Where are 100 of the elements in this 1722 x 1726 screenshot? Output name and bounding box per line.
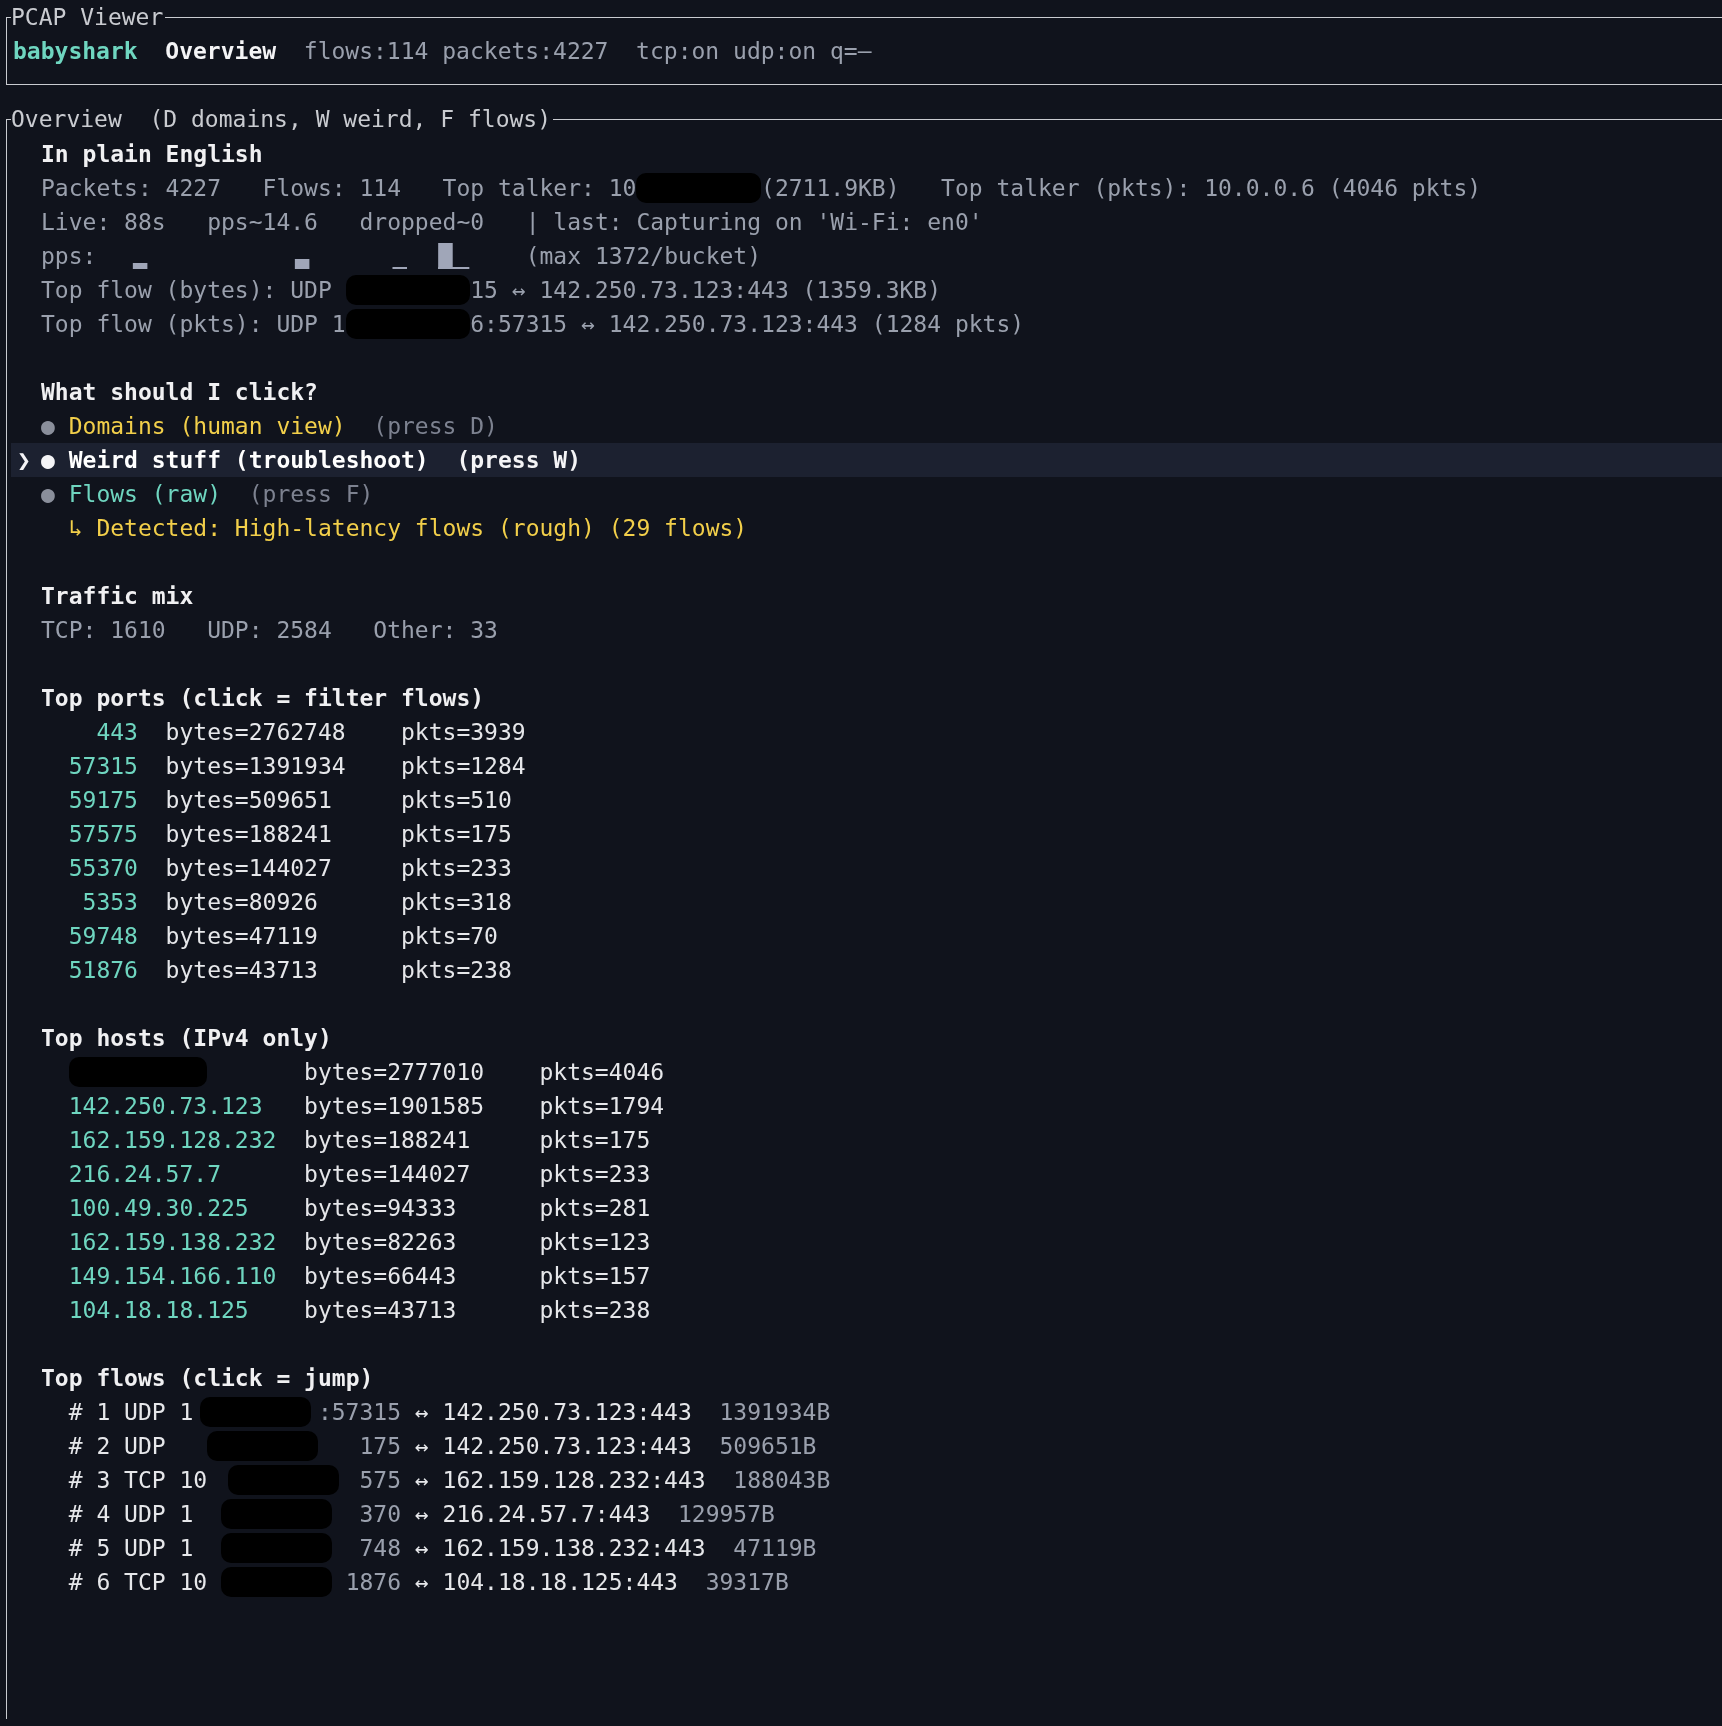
port-link[interactable]: 59175: [68, 783, 138, 817]
cursor-icon: ❯: [17, 443, 41, 477]
summary-text: Top flow (pkts): UDP 1: [41, 310, 346, 339]
flow-link[interactable]: # 2 UDP: [68, 1429, 166, 1463]
section-heading: What should I click?: [41, 378, 319, 407]
flow-port-text: 748: [359, 1534, 401, 1563]
port-link[interactable]: 59748: [68, 919, 138, 953]
summary-text: 15 ↔ 142.250.73.123:443 (1359.3KB): [470, 276, 942, 305]
flow-port-text: :57315: [317, 1398, 401, 1427]
key-hint: (press W): [456, 446, 582, 475]
bullet-icon: ●: [41, 443, 69, 477]
port-link[interactable]: 5353: [68, 885, 138, 919]
section-heading: Traffic mix: [41, 582, 195, 611]
flow-link[interactable]: # 4 UDP 1: [68, 1497, 194, 1531]
packets-cell-text: pkts=238: [539, 1296, 651, 1325]
key-hint: (press D): [373, 412, 498, 441]
port-link[interactable]: 57315: [68, 749, 138, 783]
status-text: flows:114 packets:4227 tcp:on udp:on q=–: [303, 37, 872, 66]
host-link[interactable]: 104.18.18.125: [68, 1293, 249, 1327]
packets-cell-text: pkts=318: [401, 888, 512, 917]
bullet-icon: ●: [41, 477, 69, 511]
flow-link[interactable]: # 5 UDP 1: [68, 1531, 194, 1565]
flow-port-text: 370: [359, 1500, 401, 1529]
packets-cell-text: pkts=233: [539, 1160, 651, 1189]
bytes-cell-text: bytes=2777010: [304, 1058, 486, 1087]
packets-cell-text: pkts=1794: [539, 1092, 665, 1121]
bytes-cell-text: bytes=1391934: [165, 752, 347, 781]
flow-bytes-text: 47119B: [733, 1534, 817, 1563]
bytes-cell-text: bytes=144027: [165, 854, 333, 883]
bytes-cell-text: bytes=43713: [165, 956, 319, 985]
packets-cell-text: pkts=3939: [401, 718, 526, 747]
bytes-cell-text: bytes=2762748: [165, 718, 347, 747]
port-link[interactable]: 51876: [68, 953, 138, 987]
bytes-cell-text: bytes=66443: [304, 1262, 458, 1291]
host-link[interactable]: 162.159.138.232: [68, 1225, 277, 1259]
packets-cell-text: pkts=233: [401, 854, 512, 883]
menu-item[interactable]: ● Domains (human view) (press D): [11, 409, 1722, 443]
host-link[interactable]: 216.24.57.7: [68, 1157, 221, 1191]
summary-text: pps:: [41, 242, 98, 271]
flow-port-text: 575: [359, 1466, 401, 1495]
bytes-cell-text: bytes=1901585: [304, 1092, 486, 1121]
summary-text: (max 1372/bucket): [525, 242, 762, 271]
bullet-icon: ●: [41, 409, 69, 443]
summary-text: (2711.9KB) Top talker (pkts): 10.0.0.6 (4046 pkts): [761, 174, 1482, 203]
packets-cell-text: pkts=123: [539, 1228, 651, 1257]
packets-cell-text: pkts=4046: [539, 1058, 665, 1087]
traffic-mix-text: TCP: 1610 UDP: 2584 Other: 33: [41, 616, 499, 645]
port-link[interactable]: 443: [68, 715, 138, 749]
flow-peer-text: ↔ 162.159.128.232:443: [414, 1466, 706, 1495]
flow-bytes-text: 129957B: [677, 1500, 775, 1529]
port-link[interactable]: 57575: [68, 817, 138, 851]
flow-peer-text: ↔ 142.250.73.123:443: [414, 1398, 692, 1427]
flow-peer-text: ↔ 104.18.18.125:443: [414, 1568, 678, 1597]
flow-bytes-text: 509651B: [719, 1432, 817, 1461]
host-link[interactable]: 149.154.166.110: [68, 1259, 277, 1293]
menu-label: Weird stuff (troubleshoot): [68, 446, 429, 475]
view-name: Overview: [165, 37, 277, 66]
packets-cell-text: pkts=157: [539, 1262, 651, 1291]
host-link[interactable]: 142.250.73.123: [68, 1089, 263, 1123]
key-hint: (press F): [248, 480, 374, 509]
bytes-cell-text: bytes=82263: [304, 1228, 458, 1257]
section-heading: Top flows (click = jump): [41, 1364, 375, 1393]
bytes-cell-text: bytes=94333: [304, 1194, 458, 1223]
flow-port-text: 1876: [345, 1568, 401, 1597]
flow-link[interactable]: # 1 UDP 1: [68, 1395, 194, 1429]
flow-link[interactable]: # 6 TCP 10: [68, 1565, 208, 1599]
bytes-cell-text: bytes=80926: [165, 888, 319, 917]
packets-cell-text: pkts=238: [401, 956, 512, 985]
flow-peer-text: ↔ 216.24.57.7:443: [414, 1500, 651, 1529]
flow-bytes-text: 1391934B: [719, 1398, 831, 1427]
flow-peer-text: ↔ 142.250.73.123:443: [414, 1432, 692, 1461]
detected-note: ↳ Detected: High-latency flows (rough) (29 flows): [67, 514, 749, 543]
menu-label: Domains (human view): [68, 412, 346, 441]
bytes-cell-text: bytes=188241: [165, 820, 333, 849]
packets-cell-text: pkts=510: [401, 786, 512, 815]
flow-port-text: 175: [359, 1432, 401, 1461]
menu-item[interactable]: ● Flows (raw) (press F): [11, 477, 1722, 511]
flow-bytes-text: 188043B: [733, 1466, 831, 1495]
menu-label: Flows (raw): [68, 480, 221, 509]
host-link[interactable]: 100.49.30.225: [68, 1191, 249, 1225]
flow-bytes-text: 39317B: [705, 1568, 789, 1597]
bytes-cell-text: bytes=509651: [165, 786, 333, 815]
packets-cell-text: pkts=281: [539, 1194, 651, 1223]
bytes-cell-text: bytes=144027: [304, 1160, 472, 1189]
packets-cell-text: pkts=175: [401, 820, 512, 849]
packets-cell-text: pkts=1284: [401, 752, 526, 781]
host-link[interactable]: 162.159.128.232: [68, 1123, 277, 1157]
summary-text: 6:57315 ↔ 142.250.73.123:443 (1284 pkts): [470, 310, 1025, 339]
packets-cell-text: pkts=70: [401, 922, 498, 951]
flow-link[interactable]: # 3 TCP 10: [68, 1463, 208, 1497]
menu-item[interactable]: ❯ ● Weird stuff (troubleshoot) (press W): [11, 443, 1722, 477]
section-heading: Top hosts (IPv4 only): [41, 1024, 333, 1053]
section-heading: In plain English: [41, 140, 264, 169]
summary-text: Live: 88s pps~14.6 dropped~0 | last: Capturing on 'Wi-Fi: en0': [41, 208, 983, 237]
bytes-cell-text: bytes=47119: [165, 922, 319, 951]
bytes-cell-text: bytes=188241: [304, 1126, 472, 1155]
port-link[interactable]: 55370: [68, 851, 138, 885]
section-heading: Top ports (click = filter flows): [41, 684, 486, 713]
flow-peer-text: ↔ 162.159.138.232:443: [414, 1534, 706, 1563]
bytes-cell-text: bytes=43713: [304, 1296, 458, 1325]
